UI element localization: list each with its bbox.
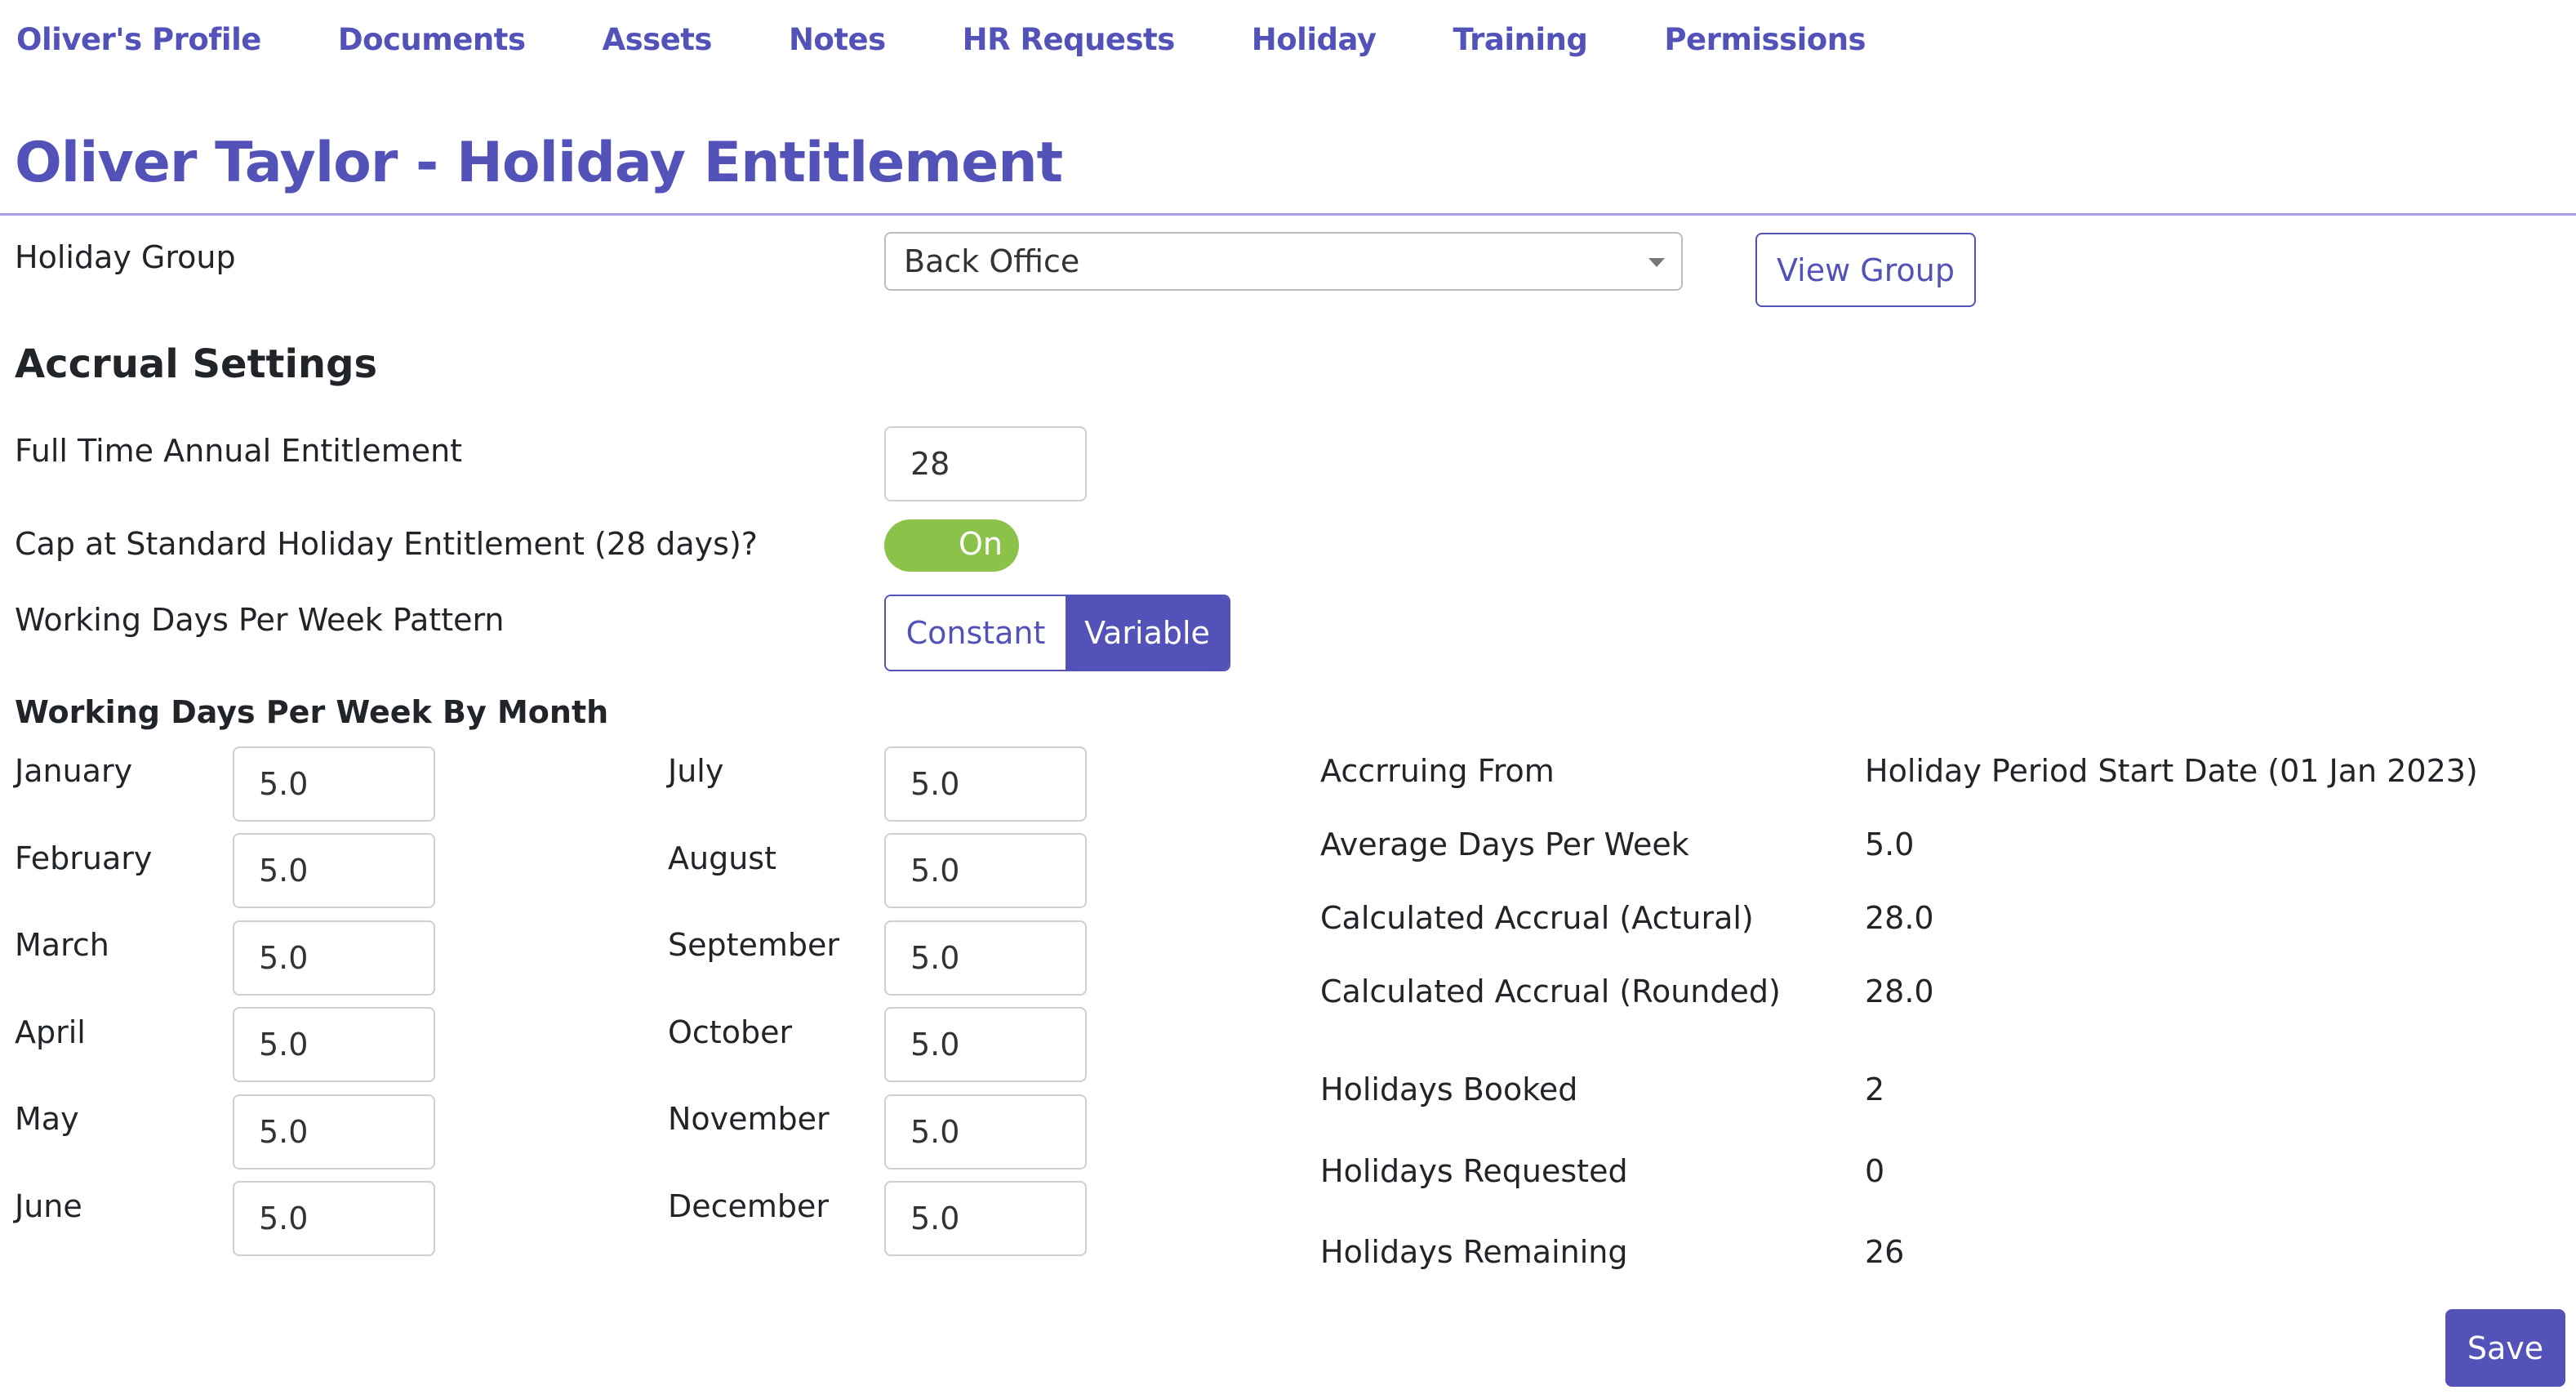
month-label-august: August	[668, 840, 776, 876]
save-button[interactable]: Save	[2445, 1309, 2565, 1387]
summary-value-holidays-remaining: 26	[1865, 1234, 1905, 1270]
month-label-may: May	[15, 1101, 79, 1137]
chevron-down-icon	[1648, 258, 1665, 267]
toggle-state-label: On	[959, 526, 1003, 562]
nav-notes[interactable]: Notes	[789, 22, 886, 57]
month-input-april[interactable]: 5.0	[233, 1007, 435, 1082]
nav-permissions[interactable]: Permissions	[1664, 22, 1866, 57]
month-label-january: January	[15, 753, 133, 789]
summary-value-accrual-actual: 28.0	[1865, 900, 1934, 936]
nav-hr-requests[interactable]: HR Requests	[963, 22, 1176, 57]
holiday-group-label: Holiday Group	[15, 239, 236, 275]
month-label-february: February	[15, 840, 153, 876]
working-days-by-month-heading: Working Days Per Week By Month	[15, 694, 609, 730]
summary-value-holidays-requested: 0	[1865, 1153, 1885, 1189]
holiday-group-value: Back Office	[904, 243, 1080, 279]
view-group-button[interactable]: View Group	[1755, 233, 1976, 307]
month-label-june: June	[15, 1188, 82, 1224]
month-input-february[interactable]: 5.0	[233, 833, 435, 908]
holiday-group-select[interactable]: Back Office	[884, 232, 1683, 291]
nav-assets[interactable]: Assets	[602, 22, 712, 57]
cap-entitlement-toggle[interactable]: On	[884, 519, 1019, 572]
pattern-constant-option[interactable]: Constant	[886, 596, 1066, 670]
nav-holiday[interactable]: Holiday	[1252, 22, 1377, 57]
month-input-june[interactable]: 5.0	[233, 1181, 435, 1256]
accrual-settings-heading: Accrual Settings	[15, 341, 378, 387]
month-label-november: November	[668, 1101, 830, 1137]
profile-nav: Oliver's Profile Documents Assets Notes …	[16, 15, 1866, 64]
summary-label-holidays-remaining: Holidays Remaining	[1320, 1234, 1628, 1270]
summary-value-accrual-rounded: 28.0	[1865, 974, 1934, 1009]
month-label-december: December	[668, 1188, 830, 1224]
month-input-march[interactable]: 5.0	[233, 920, 435, 996]
summary-label-average-days: Average Days Per Week	[1320, 826, 1689, 862]
working-pattern-segmented-control: Constant Variable	[884, 595, 1230, 671]
month-label-april: April	[15, 1014, 86, 1050]
month-input-may[interactable]: 5.0	[233, 1094, 435, 1170]
pattern-variable-option[interactable]: Variable	[1066, 596, 1229, 670]
month-input-august[interactable]: 5.0	[884, 833, 1087, 908]
page-title: Oliver Taylor - Holiday Entitlement	[15, 131, 1063, 195]
month-input-january[interactable]: 5.0	[233, 746, 435, 822]
nav-olivers-profile[interactable]: Oliver's Profile	[16, 22, 261, 57]
month-input-october[interactable]: 5.0	[884, 1007, 1087, 1082]
full-time-entitlement-label: Full Time Annual Entitlement	[15, 433, 463, 469]
month-input-november[interactable]: 5.0	[884, 1094, 1087, 1170]
summary-label-accrual-actual: Calculated Accrual (Actural)	[1320, 900, 1754, 936]
month-label-july: July	[668, 753, 724, 789]
summary-label-accrual-rounded: Calculated Accrual (Rounded)	[1320, 974, 1781, 1009]
title-divider	[0, 213, 2576, 216]
summary-label-holidays-booked: Holidays Booked	[1320, 1072, 1578, 1107]
month-input-december[interactable]: 5.0	[884, 1181, 1087, 1256]
summary-value-holidays-booked: 2	[1865, 1072, 1885, 1107]
month-input-july[interactable]: 5.0	[884, 746, 1087, 822]
working-pattern-label: Working Days Per Week Pattern	[15, 602, 505, 638]
summary-label-accruing-from: Accrruing From	[1320, 753, 1555, 789]
summary-label-holidays-requested: Holidays Requested	[1320, 1153, 1628, 1189]
nav-training[interactable]: Training	[1453, 22, 1587, 57]
full-time-entitlement-input[interactable]: 28	[884, 426, 1087, 501]
summary-value-average-days: 5.0	[1865, 826, 1915, 862]
month-label-march: March	[15, 927, 109, 963]
nav-documents[interactable]: Documents	[338, 22, 526, 57]
month-label-october: October	[668, 1014, 793, 1050]
month-input-september[interactable]: 5.0	[884, 920, 1087, 996]
summary-value-accruing-from: Holiday Period Start Date (01 Jan 2023)	[1865, 753, 2478, 789]
month-label-september: September	[668, 927, 840, 963]
cap-entitlement-label: Cap at Standard Holiday Entitlement (28 …	[15, 526, 758, 562]
